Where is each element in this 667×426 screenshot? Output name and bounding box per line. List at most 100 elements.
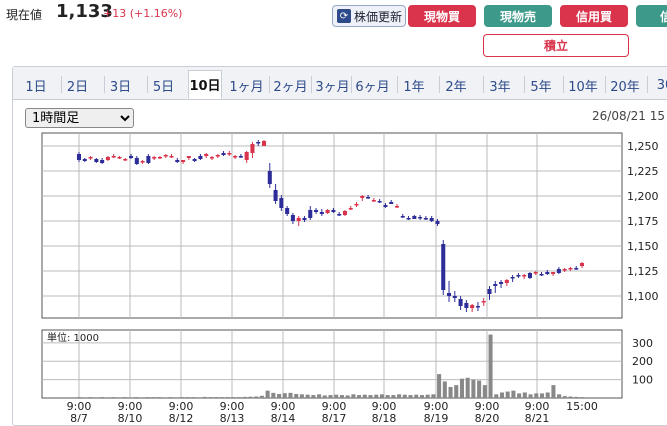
volume-bar	[545, 392, 550, 398]
price-tick-label: 1,100	[627, 290, 659, 303]
volume-bar	[402, 394, 407, 398]
volume-bar	[408, 395, 413, 398]
candle-body	[337, 214, 342, 216]
volume-bar	[471, 379, 476, 398]
x-date-label: 8/17	[322, 412, 347, 422]
candle-body	[134, 158, 139, 164]
candle-body	[354, 204, 359, 206]
price-tick-label: 1,175	[627, 215, 659, 228]
candle-body	[533, 272, 538, 274]
volume-bar	[197, 397, 202, 398]
volume-bar	[231, 397, 236, 398]
candle-body	[464, 303, 469, 308]
price-tick-label: 1,150	[627, 240, 659, 253]
volume-tick-label: 100	[632, 374, 653, 387]
volume-bar	[111, 397, 116, 398]
volume-bar	[454, 385, 459, 398]
candle-body	[227, 153, 232, 155]
volume-bar	[94, 397, 99, 398]
volume-bar	[362, 394, 367, 398]
candle-body	[377, 201, 382, 203]
volume-bar	[345, 395, 350, 398]
volume-plot-frame	[41, 329, 623, 399]
volume-bar	[557, 394, 562, 398]
volume-bar	[116, 397, 122, 398]
candle-body	[215, 155, 220, 157]
x-date-label: 8/18	[372, 412, 397, 422]
candle-body	[423, 218, 428, 220]
candle-body	[527, 273, 532, 278]
price-tick-label: 1,125	[627, 265, 659, 278]
candle-body	[285, 208, 290, 214]
volume-bar	[265, 390, 270, 398]
x-date-label: 8/21	[525, 412, 550, 422]
candle-body	[146, 156, 151, 163]
volume-bar	[459, 378, 464, 398]
price-tick-label: 1,225	[627, 165, 659, 178]
candle-body	[366, 197, 371, 199]
candle-body	[186, 156, 191, 158]
candle-body	[446, 293, 452, 296]
candle-body	[331, 210, 336, 212]
volume-bar	[374, 394, 379, 398]
candle-body	[406, 218, 411, 220]
candle-body	[267, 171, 272, 184]
candle-body	[157, 157, 162, 159]
candle-body	[545, 272, 550, 274]
volume-bar	[579, 397, 585, 398]
candle-body	[342, 211, 347, 215]
chart-grid	[41, 132, 623, 399]
volume-bar	[414, 394, 419, 398]
volume-bar	[419, 395, 424, 398]
volume-bar	[277, 393, 282, 398]
volume-bar	[499, 392, 505, 398]
volume-bar	[134, 397, 139, 398]
candle-body	[429, 218, 434, 221]
candle-body	[516, 275, 521, 277]
x-date-label: 8/14	[271, 412, 296, 422]
volume-bar	[311, 395, 316, 398]
candle-body	[279, 198, 284, 208]
candle-body	[117, 157, 122, 159]
x-date-label: 8/7	[70, 412, 88, 422]
volume-bar	[299, 394, 304, 398]
candle-body	[296, 218, 301, 221]
volume-bar	[202, 396, 207, 398]
volume-bar	[391, 395, 396, 398]
candle-body	[169, 156, 174, 158]
candle-body	[522, 275, 527, 277]
candle-body	[238, 156, 243, 158]
volume-bar	[328, 395, 333, 398]
volume-bar	[528, 394, 533, 398]
candle-body	[88, 157, 93, 159]
candle-body	[175, 160, 180, 162]
x-date-label: 8/20	[475, 412, 500, 422]
volume-unit-label: 単位: 1000	[47, 331, 99, 344]
candle-body	[504, 280, 509, 283]
candle-body	[574, 268, 579, 270]
candle-body	[458, 299, 463, 306]
volume-bar	[551, 385, 556, 398]
volume-bar	[357, 395, 362, 398]
candle-body	[129, 156, 134, 158]
volume-bar	[185, 397, 190, 398]
x-date-label: 8/19	[424, 412, 449, 422]
candle-body	[562, 269, 567, 271]
volume-bar	[174, 397, 179, 398]
volume-bar	[271, 392, 276, 398]
volume-bar	[128, 397, 133, 398]
volume-bar	[385, 395, 390, 398]
candle-body	[209, 157, 215, 159]
volume-bar	[122, 397, 127, 398]
volume-bar	[517, 393, 522, 398]
candle-body	[394, 206, 400, 208]
price-tick-label: 1,200	[627, 190, 659, 203]
candle-body	[475, 306, 480, 308]
x-date-label: 8/13	[220, 412, 245, 422]
volume-bar	[505, 391, 510, 398]
volume-bar	[237, 397, 242, 398]
candle-body	[123, 159, 128, 161]
volume-bar	[425, 394, 430, 398]
candle-body	[389, 202, 394, 204]
candle-body	[579, 263, 585, 266]
